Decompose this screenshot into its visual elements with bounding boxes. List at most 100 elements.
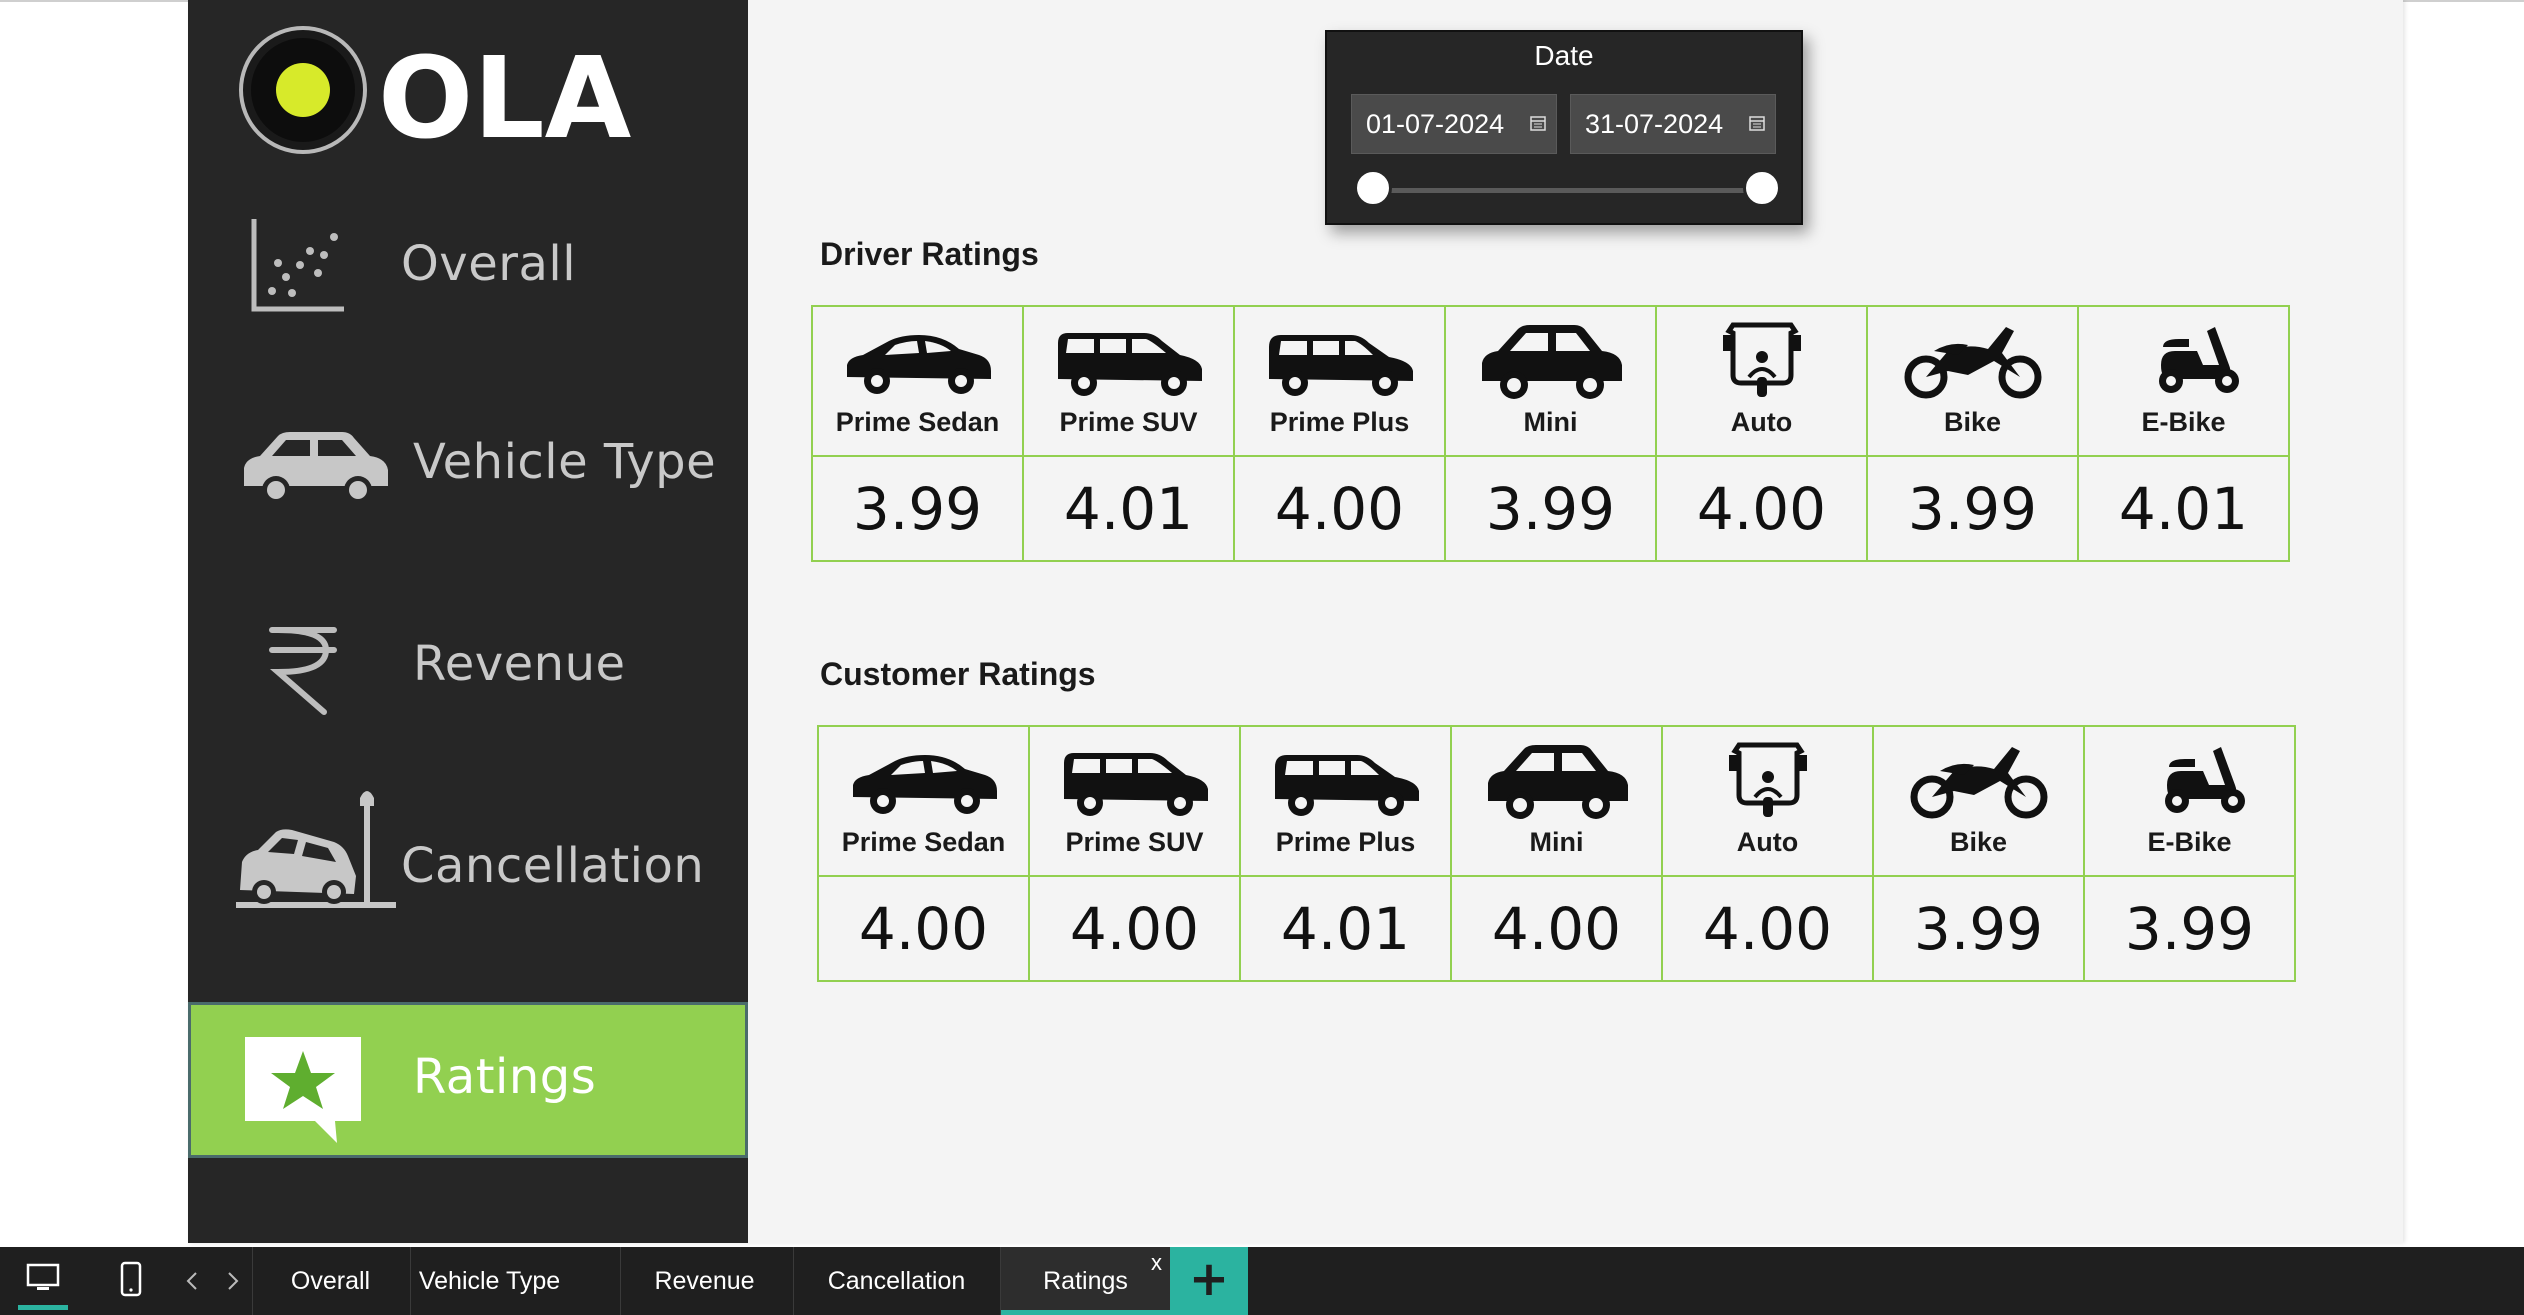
motorbike-icon bbox=[1910, 747, 2047, 819]
rating-cell-prime-plus: 4.00 bbox=[1233, 455, 1446, 562]
sidebar-item-label: Revenue bbox=[413, 636, 626, 692]
close-tab-icon[interactable]: x bbox=[1151, 1229, 1162, 1297]
rating-cell-prime-suv: 4.01 bbox=[1022, 455, 1235, 562]
vehicle-name: Prime Plus bbox=[1269, 407, 1410, 437]
tab-label: Revenue bbox=[654, 1267, 755, 1295]
tab-label: Cancellation bbox=[827, 1267, 966, 1295]
desktop-view-indicator bbox=[18, 1305, 68, 1310]
rating-cell-auto: 4.00 bbox=[1655, 455, 1868, 562]
rating-value: 3.99 bbox=[1485, 474, 1616, 543]
tab-overall[interactable]: Overall bbox=[252, 1247, 408, 1315]
vehicle-header-auto: Auto bbox=[1655, 305, 1868, 457]
rating-value: 4.00 bbox=[1702, 894, 1833, 963]
ola-logo: OLA bbox=[239, 26, 632, 162]
rating-value: 4.00 bbox=[1069, 894, 1200, 963]
customer-ratings-title: Customer Ratings bbox=[820, 656, 1096, 692]
start-date-handle[interactable] bbox=[1354, 169, 1392, 207]
rating-cell-mini: 3.99 bbox=[1444, 455, 1657, 562]
vehicle-header-prime-suv: Prime SUV bbox=[1028, 725, 1241, 877]
tab-vehicle-type[interactable]: Vehicle Type bbox=[410, 1247, 568, 1315]
scooter-icon bbox=[2158, 327, 2239, 393]
sidebar-item-label: Cancellation bbox=[401, 838, 705, 894]
brand-name: OLA bbox=[378, 34, 632, 162]
rating-value: 3.99 bbox=[2124, 894, 2255, 963]
desktop-view-icon[interactable] bbox=[25, 1263, 61, 1295]
vehicle-header-prime-sedan: Prime Sedan bbox=[817, 725, 1030, 877]
sidebar-item-cancellation[interactable]: Cancellation bbox=[188, 780, 748, 920]
rating-value: 3.99 bbox=[1907, 474, 2038, 543]
hatchback-icon bbox=[1274, 755, 1419, 816]
car-icon bbox=[244, 432, 388, 504]
start-date-input[interactable]: 01-07-2024 bbox=[1351, 94, 1557, 154]
vehicle-header-e-bike: E-Bike bbox=[2083, 725, 2296, 877]
hatchback-icon bbox=[1268, 335, 1413, 396]
vehicle-name: Auto bbox=[1730, 407, 1793, 437]
vehicle-header-mini: Mini bbox=[1450, 725, 1663, 877]
rating-cell-prime-suv: 4.00 bbox=[1028, 875, 1241, 982]
vehicle-name: Mini bbox=[1529, 827, 1584, 857]
sidebar-item-overall[interactable]: Overall bbox=[188, 200, 748, 330]
rating-cell-e-bike: 4.01 bbox=[2077, 455, 2290, 562]
vehicle-name: Prime SUV bbox=[1059, 407, 1198, 437]
date-slicer: Date 01-07-2024 31-07-2024 bbox=[1325, 30, 1803, 225]
tab-label: Ratings bbox=[1043, 1267, 1128, 1295]
sidebar-item-vehicle-type[interactable]: Vehicle Type bbox=[188, 400, 748, 530]
rating-cell-prime-plus: 4.01 bbox=[1239, 875, 1452, 982]
rating-cell-bike: 3.99 bbox=[1872, 875, 2085, 982]
vehicle-name: Prime Sedan bbox=[835, 407, 1000, 437]
vehicle-header-prime-plus: Prime Plus bbox=[1239, 725, 1452, 877]
rating-cell-mini: 4.00 bbox=[1450, 875, 1663, 982]
sidebar-item-ratings[interactable]: Ratings bbox=[188, 1002, 748, 1158]
vehicle-name: Prime Plus bbox=[1275, 827, 1416, 857]
next-page-icon[interactable] bbox=[226, 1271, 240, 1291]
sidebar-item-revenue[interactable]: Revenue bbox=[188, 600, 748, 730]
sidebar: OLA Overall Vehicle Type Revenue Cancell… bbox=[188, 0, 748, 1243]
table-row: Prime Sedan Prime SUV Prime Plus Mini Auto Bi… bbox=[817, 725, 2296, 877]
mobile-view-icon[interactable] bbox=[120, 1261, 142, 1297]
end-date-handle[interactable] bbox=[1743, 169, 1781, 207]
vehicle-header-e-bike: E-Bike bbox=[2077, 305, 2290, 457]
scooter-icon bbox=[2164, 747, 2245, 813]
rating-cell-prime-sedan: 4.00 bbox=[817, 875, 1030, 982]
end-date-value: 31-07-2024 bbox=[1585, 109, 1724, 139]
sedan-icon bbox=[846, 335, 991, 394]
driver-ratings-table: Prime Sedan Prime SUV Prime Plus Mini Auto Bi… bbox=[811, 305, 2290, 562]
vehicle-header-bike: Bike bbox=[1872, 725, 2085, 877]
end-date-input[interactable]: 31-07-2024 bbox=[1570, 94, 1776, 154]
table-row: Prime Sedan Prime SUV Prime Plus Mini Auto Bi… bbox=[811, 305, 2290, 457]
mini-car-icon bbox=[1487, 745, 1628, 819]
rating-value: 4.01 bbox=[1063, 474, 1194, 543]
sidebar-item-label: Vehicle Type bbox=[413, 434, 717, 490]
rating-value: 4.01 bbox=[1280, 894, 1411, 963]
calendar-icon[interactable] bbox=[1530, 115, 1546, 131]
tab-label: Vehicle Type bbox=[418, 1267, 561, 1295]
rating-cell-prime-sedan: 3.99 bbox=[811, 455, 1024, 562]
table-row: 4.00 4.00 4.01 4.00 4.00 3.99 3.99 bbox=[817, 875, 2296, 982]
rating-value: 3.99 bbox=[852, 474, 983, 543]
vehicle-name: Prime SUV bbox=[1065, 827, 1204, 857]
rating-value: 4.01 bbox=[2118, 474, 2249, 543]
tab-cancellation[interactable]: Cancellation bbox=[793, 1247, 999, 1315]
date-range-track[interactable] bbox=[1377, 188, 1755, 193]
add-page-button[interactable]: + bbox=[1170, 1247, 1248, 1315]
start-date-value: 01-07-2024 bbox=[1366, 109, 1505, 139]
calendar-icon[interactable] bbox=[1749, 115, 1765, 131]
table-row: 3.99 4.01 4.00 3.99 4.00 3.99 4.01 bbox=[811, 455, 2290, 562]
prev-page-icon[interactable] bbox=[185, 1271, 199, 1291]
rating-value: 4.00 bbox=[1274, 474, 1405, 543]
customer-ratings-table: Prime Sedan Prime SUV Prime Plus Mini Auto Bi… bbox=[817, 725, 2296, 982]
suv-icon bbox=[1057, 333, 1202, 396]
star-chat-icon bbox=[245, 1037, 361, 1143]
tab-ratings[interactable]: Ratings x bbox=[1000, 1247, 1170, 1315]
vehicle-name: Bike bbox=[1949, 827, 2008, 857]
vehicle-name: Mini bbox=[1523, 407, 1578, 437]
tab-revenue[interactable]: Revenue bbox=[620, 1247, 788, 1315]
slicer-title: Date bbox=[1534, 40, 1594, 71]
sidebar-item-label: Ratings bbox=[413, 1049, 597, 1105]
page-tab-bar: Overall Vehicle Type Revenue Cancellation Ra… bbox=[0, 1247, 2524, 1315]
auto-rickshaw-icon bbox=[1728, 742, 1807, 817]
sidebar-item-label: Overall bbox=[401, 236, 577, 292]
vehicle-header-auto: Auto bbox=[1661, 725, 1874, 877]
tab-label: Overall bbox=[290, 1267, 371, 1295]
mini-car-icon bbox=[1481, 325, 1622, 399]
